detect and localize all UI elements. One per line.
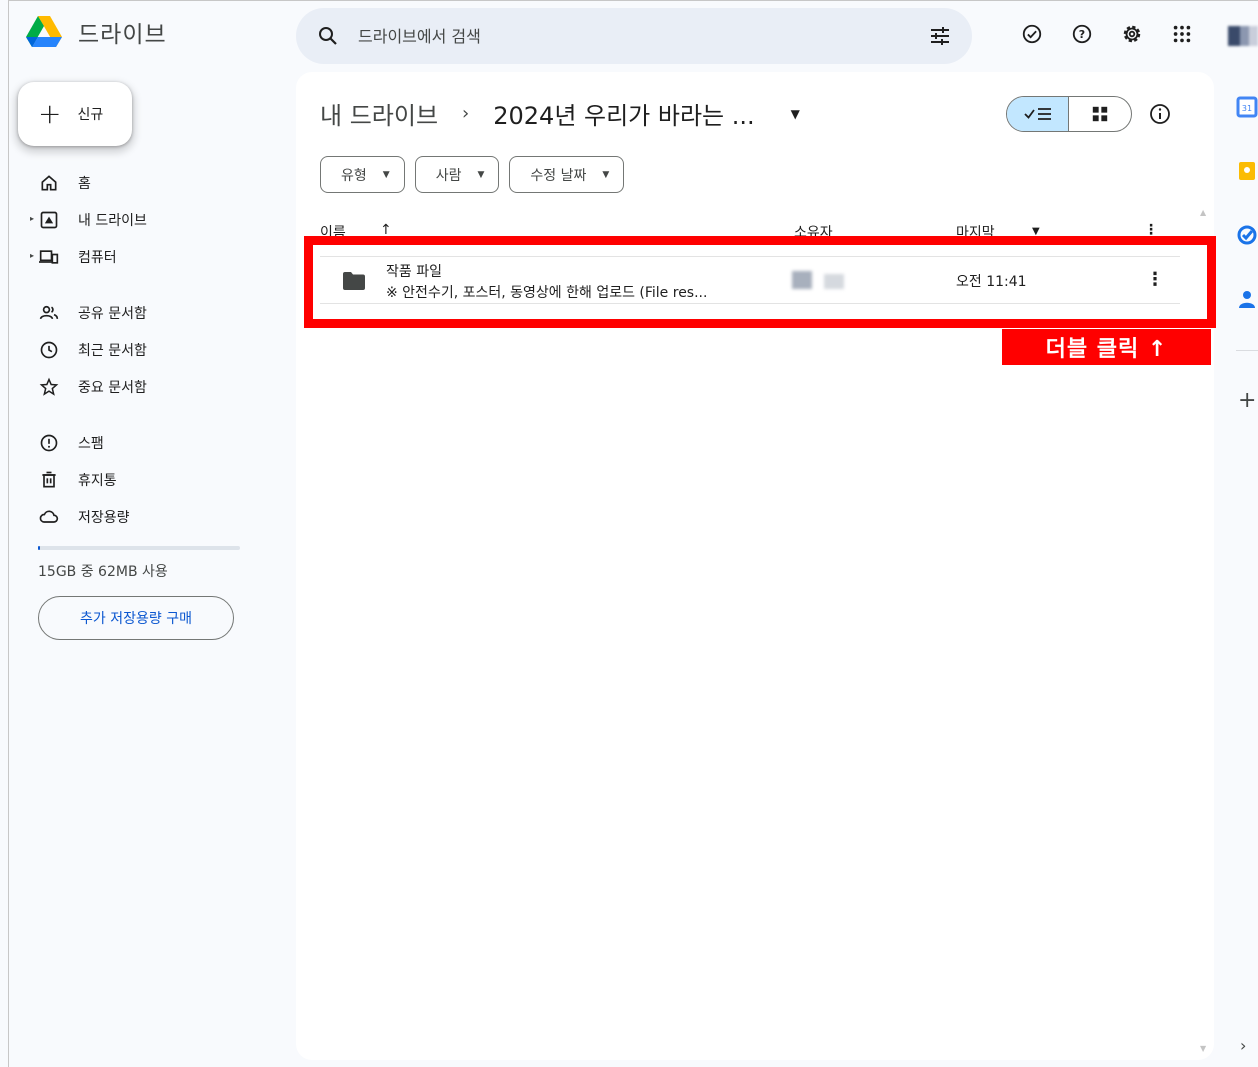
expand-arrow-icon[interactable]: ▸ — [30, 214, 34, 223]
grid-icon — [1092, 106, 1108, 122]
main-content: 내 드라이브 › 2024년 우리가 바라는 ... ▼ 유형 ▼ 사람 ▼ 수정 — [296, 72, 1214, 1060]
svg-text:31: 31 — [1242, 104, 1252, 113]
sidebar-item-label: 내 드라이브 — [78, 212, 147, 229]
check-list-icon — [1023, 108, 1051, 120]
sidebar-item-home[interactable]: 홈 — [30, 164, 260, 201]
caret-down-icon: ▼ — [477, 169, 485, 180]
spam-icon — [38, 432, 60, 454]
sidebar-item-label: 컴퓨터 — [78, 249, 117, 266]
sidebar-item-trash[interactable]: 휴지통 — [30, 461, 260, 498]
storage-usage-text: 15GB 중 62MB 사용 — [38, 564, 168, 580]
view-toggle — [1006, 96, 1132, 132]
help-icon[interactable]: ? — [1070, 22, 1094, 46]
sidebar-item-label: 공유 문서함 — [78, 305, 147, 322]
sidebar-item-label: 저장용량 — [78, 509, 130, 526]
svg-text:?: ? — [1079, 28, 1085, 41]
sidebar-item-shared[interactable]: 공유 문서함 — [30, 294, 260, 331]
sidebar-item-recent[interactable]: 최근 문서함 — [30, 331, 260, 368]
list-view-button[interactable] — [1007, 97, 1070, 131]
account-avatar[interactable] — [1228, 26, 1258, 46]
sidebar-item-starred[interactable]: 중요 문서함 — [30, 368, 260, 405]
search-input[interactable] — [358, 26, 898, 46]
sidebar-item-label: 최근 문서함 — [78, 342, 147, 359]
add-icon[interactable]: + — [1238, 388, 1256, 413]
sidebar-item-label: 스팸 — [78, 435, 104, 452]
contacts-icon[interactable] — [1236, 288, 1258, 310]
shared-icon — [38, 302, 60, 324]
sidebar-item-spam[interactable]: 스팸 — [30, 424, 260, 461]
google-drive-logo-icon — [26, 16, 62, 47]
filter-chips: 유형 ▼ 사람 ▼ 수정 날짜 ▼ — [320, 156, 625, 193]
filter-modified-chip[interactable]: 수정 날짜 ▼ — [509, 156, 625, 193]
highlight-box — [304, 236, 1216, 328]
recent-icon — [38, 339, 60, 361]
caret-down-icon: ▼ — [382, 169, 390, 180]
home-icon — [38, 172, 60, 194]
caret-down-icon: ▼ — [602, 169, 610, 180]
settings-icon[interactable] — [1120, 22, 1144, 46]
grid-view-button[interactable] — [1069, 97, 1131, 131]
drive-logo[interactable]: 드라이브 — [24, 14, 167, 50]
storage-progress-bar — [38, 546, 240, 550]
filter-type-chip[interactable]: 유형 ▼ — [320, 156, 405, 193]
sidebar-item-computers[interactable]: ▸ 컴퓨터 — [30, 238, 260, 275]
sidebar-item-label: 휴지통 — [78, 472, 117, 489]
header-actions: ? — [1020, 22, 1194, 46]
chip-label: 사람 — [435, 167, 462, 184]
breadcrumb-root[interactable]: 내 드라이브 — [320, 96, 438, 131]
filter-people-chip[interactable]: 사람 ▼ — [414, 156, 500, 193]
expand-arrow-icon[interactable]: ▸ — [30, 251, 34, 260]
tune-icon[interactable] — [928, 24, 952, 48]
buy-storage-button[interactable]: 추가 저장용량 구매 — [38, 596, 234, 640]
scroll-up-arrow-icon[interactable]: ▲ — [1200, 208, 1206, 217]
cloud-icon — [38, 506, 60, 528]
calendar-icon[interactable]: 31 — [1236, 96, 1258, 118]
search-bar[interactable] — [296, 8, 972, 64]
breadcrumb-current[interactable]: 2024년 우리가 바라는 ... — [493, 96, 754, 131]
computers-icon — [38, 246, 60, 268]
sidebar-item-my-drive[interactable]: ▸ 내 드라이브 — [30, 201, 260, 238]
side-panel-divider — [1236, 350, 1258, 351]
storage-progress-fill — [38, 546, 41, 550]
tasks-icon[interactable] — [1236, 224, 1258, 246]
new-button[interactable]: + 신규 — [18, 82, 132, 146]
chevron-right-icon[interactable]: › — [1240, 1036, 1246, 1055]
chevron-right-icon: › — [462, 103, 470, 124]
chip-label: 유형 — [341, 167, 367, 184]
new-button-label: 신규 — [77, 107, 104, 123]
search-icon[interactable] — [316, 24, 340, 48]
trash-icon — [38, 469, 60, 491]
info-icon[interactable] — [1148, 102, 1172, 126]
my-drive-icon — [38, 209, 60, 231]
sidebar-item-storage[interactable]: 저장용량 — [30, 498, 260, 535]
folder-dropdown-icon[interactable]: ▼ — [791, 107, 800, 121]
chip-label: 수정 날짜 — [530, 167, 587, 184]
annotation-label: 더블 클릭 ↑ — [1002, 329, 1211, 365]
star-icon — [38, 376, 60, 398]
apps-grid-icon[interactable] — [1170, 22, 1194, 46]
app-name: 드라이브 — [78, 22, 167, 48]
breadcrumb: 내 드라이브 › 2024년 우리가 바라는 ... ▼ — [320, 96, 800, 131]
plus-icon: + — [38, 97, 62, 130]
scroll-down-arrow-icon[interactable]: ▼ — [1200, 1044, 1206, 1053]
sidebar-nav: 홈 ▸ 내 드라이브 ▸ 컴퓨터 공유 문서함 최근 문서함 중요 문서함 스팸… — [30, 164, 260, 535]
sidebar-item-label: 홈 — [78, 175, 91, 192]
keep-icon[interactable] — [1236, 160, 1258, 182]
sidebar-item-label: 중요 문서함 — [78, 379, 147, 396]
offline-ready-icon[interactable] — [1020, 22, 1044, 46]
